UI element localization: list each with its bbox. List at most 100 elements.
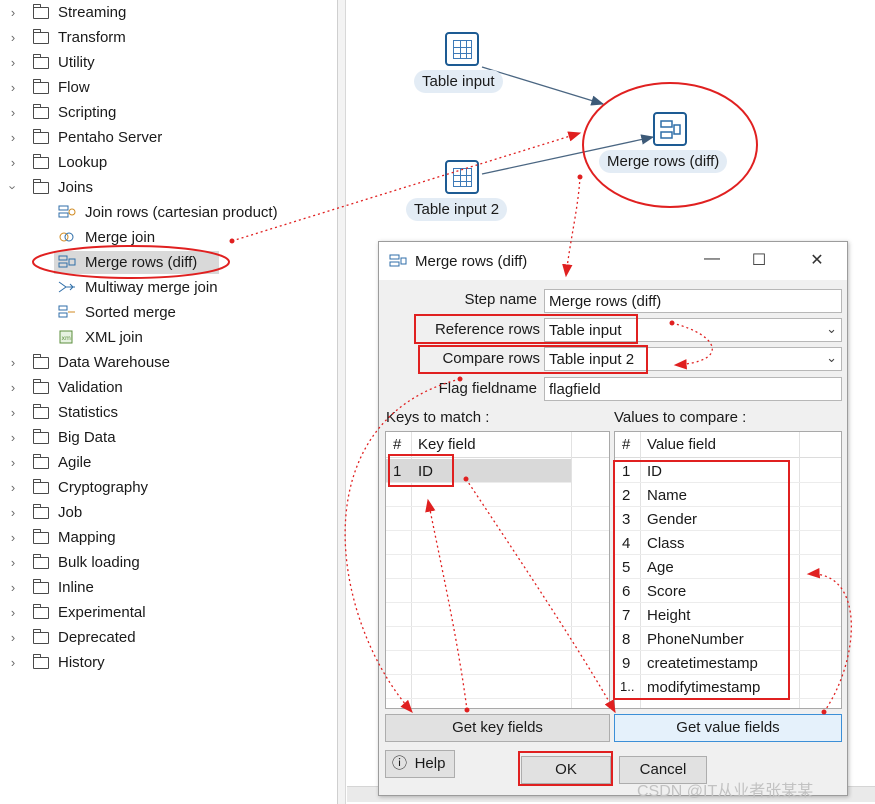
table-input-icon[interactable] [445,160,479,194]
reference-rows-select[interactable]: Table input ⌄ [544,318,842,342]
column-header-value-field[interactable]: Value field [647,436,716,453]
tree-category-history[interactable]: › History [0,650,338,675]
table-row[interactable]: 1 ID [615,459,841,483]
chevron-down-icon[interactable]: › [6,182,21,194]
table-row[interactable]: 3 Gender [615,507,841,531]
table-row[interactable]: 4 Class [615,531,841,555]
tree-category-joins[interactable]: › Joins [0,175,338,200]
tree-category-scripting[interactable]: › Scripting [0,100,338,125]
tree-category-bulk-loading[interactable]: › Bulk loading [0,550,338,575]
value-field-cell[interactable]: Height [647,607,690,624]
help-button[interactable]: ⓘ Help [385,750,455,778]
merge-rows-dialog: Merge rows (diff) — ☐ ✕ Step name Merge … [378,241,848,796]
tree-category-utility[interactable]: › Utility [0,50,338,75]
tree-category-job[interactable]: › Job [0,500,338,525]
value-field-cell[interactable]: Gender [647,511,697,528]
tree-category-deprecated[interactable]: › Deprecated [0,625,338,650]
merge-join-icon [59,232,74,242]
value-field-cell[interactable]: PhoneNumber [647,631,744,648]
tree-category-flow[interactable]: › Flow [0,75,338,100]
chevron-right-icon[interactable]: › [7,5,19,20]
chevron-right-icon[interactable]: › [7,530,19,545]
chevron-right-icon[interactable]: › [7,80,19,95]
chevron-right-icon[interactable]: › [7,380,19,395]
tree-category-label: Pentaho Server [58,129,163,146]
value-field-cell[interactable]: ID [647,463,662,480]
compare-rows-select[interactable]: Table input 2 ⌄ [544,347,842,371]
row-number: 2 [622,487,631,504]
chevron-right-icon[interactable]: › [7,430,19,445]
step-name-input[interactable]: Merge rows (diff) [544,289,842,313]
chevron-right-icon[interactable]: › [7,655,19,670]
chevron-right-icon[interactable]: › [7,55,19,70]
table-row[interactable]: 7 Height [615,603,841,627]
chevron-right-icon[interactable]: › [7,480,19,495]
table-input-icon[interactable] [445,32,479,66]
table-row[interactable]: 8 PhoneNumber [615,627,841,651]
close-icon[interactable]: ✕ [802,250,832,272]
tree-category-lookup[interactable]: › Lookup [0,150,338,175]
table-row[interactable]: 1.. modifytimestamp [615,675,841,699]
tree-category-label: Transform [58,29,126,46]
tree-category-cryptography[interactable]: › Cryptography [0,475,338,500]
tree-category-label: Scripting [58,104,117,121]
chevron-right-icon[interactable]: › [7,30,19,45]
tree-category-pentaho-server[interactable]: › Pentaho Server [0,125,338,150]
tree-scrollbar[interactable] [338,0,346,804]
value-field-cell[interactable]: Score [647,583,686,600]
table-row[interactable]: 2 Name [615,483,841,507]
flag-fieldname-input[interactable]: flagfield [544,377,842,401]
column-header-key-field[interactable]: Key field [418,436,476,453]
chevron-right-icon[interactable]: › [7,355,19,370]
ok-button[interactable]: OK [521,756,611,784]
chevron-right-icon[interactable]: › [7,505,19,520]
value-field-cell[interactable]: Age [647,559,674,576]
chevron-down-icon[interactable]: ⌄ [826,321,837,337]
chevron-right-icon[interactable]: › [7,155,19,170]
chevron-right-icon[interactable]: › [7,605,19,620]
table-row[interactable]: 5 Age [615,555,841,579]
chevron-right-icon[interactable]: › [7,455,19,470]
tree-category-big-data[interactable]: › Big Data [0,425,338,450]
tree-item-join-rows[interactable]: Join rows (cartesian product) [0,200,338,225]
value-field-cell[interactable]: Class [647,535,685,552]
tree-category-statistics[interactable]: › Statistics [0,400,338,425]
tree-item-merge-join[interactable]: Merge join [0,225,338,250]
maximize-icon[interactable]: ☐ [744,250,774,272]
tree-item-multiway-merge-join[interactable]: Multiway merge join [0,275,338,300]
tree-category-data-warehouse[interactable]: › Data Warehouse [0,350,338,375]
keys-grid[interactable]: # Key field 1 ID [385,431,610,709]
chevron-right-icon[interactable]: › [7,105,19,120]
tree-category-agile[interactable]: › Agile [0,450,338,475]
tree-category-mapping[interactable]: › Mapping [0,525,338,550]
tree-category-transform[interactable]: › Transform [0,25,338,50]
table-row[interactable]: 9 createtimestamp [615,651,841,675]
tree-category-inline[interactable]: › Inline [0,575,338,600]
dialog-titlebar[interactable]: Merge rows (diff) — ☐ ✕ [379,242,847,280]
tree-item-merge-rows-diff[interactable]: Merge rows (diff) [0,250,338,275]
row-number: 7 [622,607,631,624]
value-field-cell[interactable]: modifytimestamp [647,679,760,696]
table-row[interactable]: 6 Score [615,579,841,603]
chevron-right-icon[interactable]: › [7,580,19,595]
folder-icon [33,604,49,619]
value-field-cell[interactable]: createtimestamp [647,655,758,672]
merge-rows-icon[interactable] [653,112,687,146]
chevron-right-icon[interactable]: › [7,405,19,420]
key-field-cell[interactable]: ID [418,463,433,480]
tree-item-xml-join[interactable]: xml XML join [0,325,338,350]
minimize-icon[interactable]: — [697,250,727,272]
tree-item-sorted-merge[interactable]: Sorted merge [0,300,338,325]
chevron-right-icon[interactable]: › [7,555,19,570]
chevron-down-icon[interactable]: ⌄ [826,350,837,366]
chevron-right-icon[interactable]: › [7,630,19,645]
value-field-cell[interactable]: Name [647,487,687,504]
tree-category-experimental[interactable]: › Experimental [0,600,338,625]
chevron-right-icon[interactable]: › [7,130,19,145]
table-row[interactable]: 1 ID [386,459,571,483]
get-key-fields-button[interactable]: Get key fields [385,714,610,742]
tree-category-validation[interactable]: › Validation [0,375,338,400]
get-value-fields-button[interactable]: Get value fields [614,714,842,742]
values-grid[interactable]: # Value field 1 ID 2 Name 3 Gender 4 Class 5… [614,431,842,709]
tree-category-streaming[interactable]: › Streaming [0,0,338,25]
